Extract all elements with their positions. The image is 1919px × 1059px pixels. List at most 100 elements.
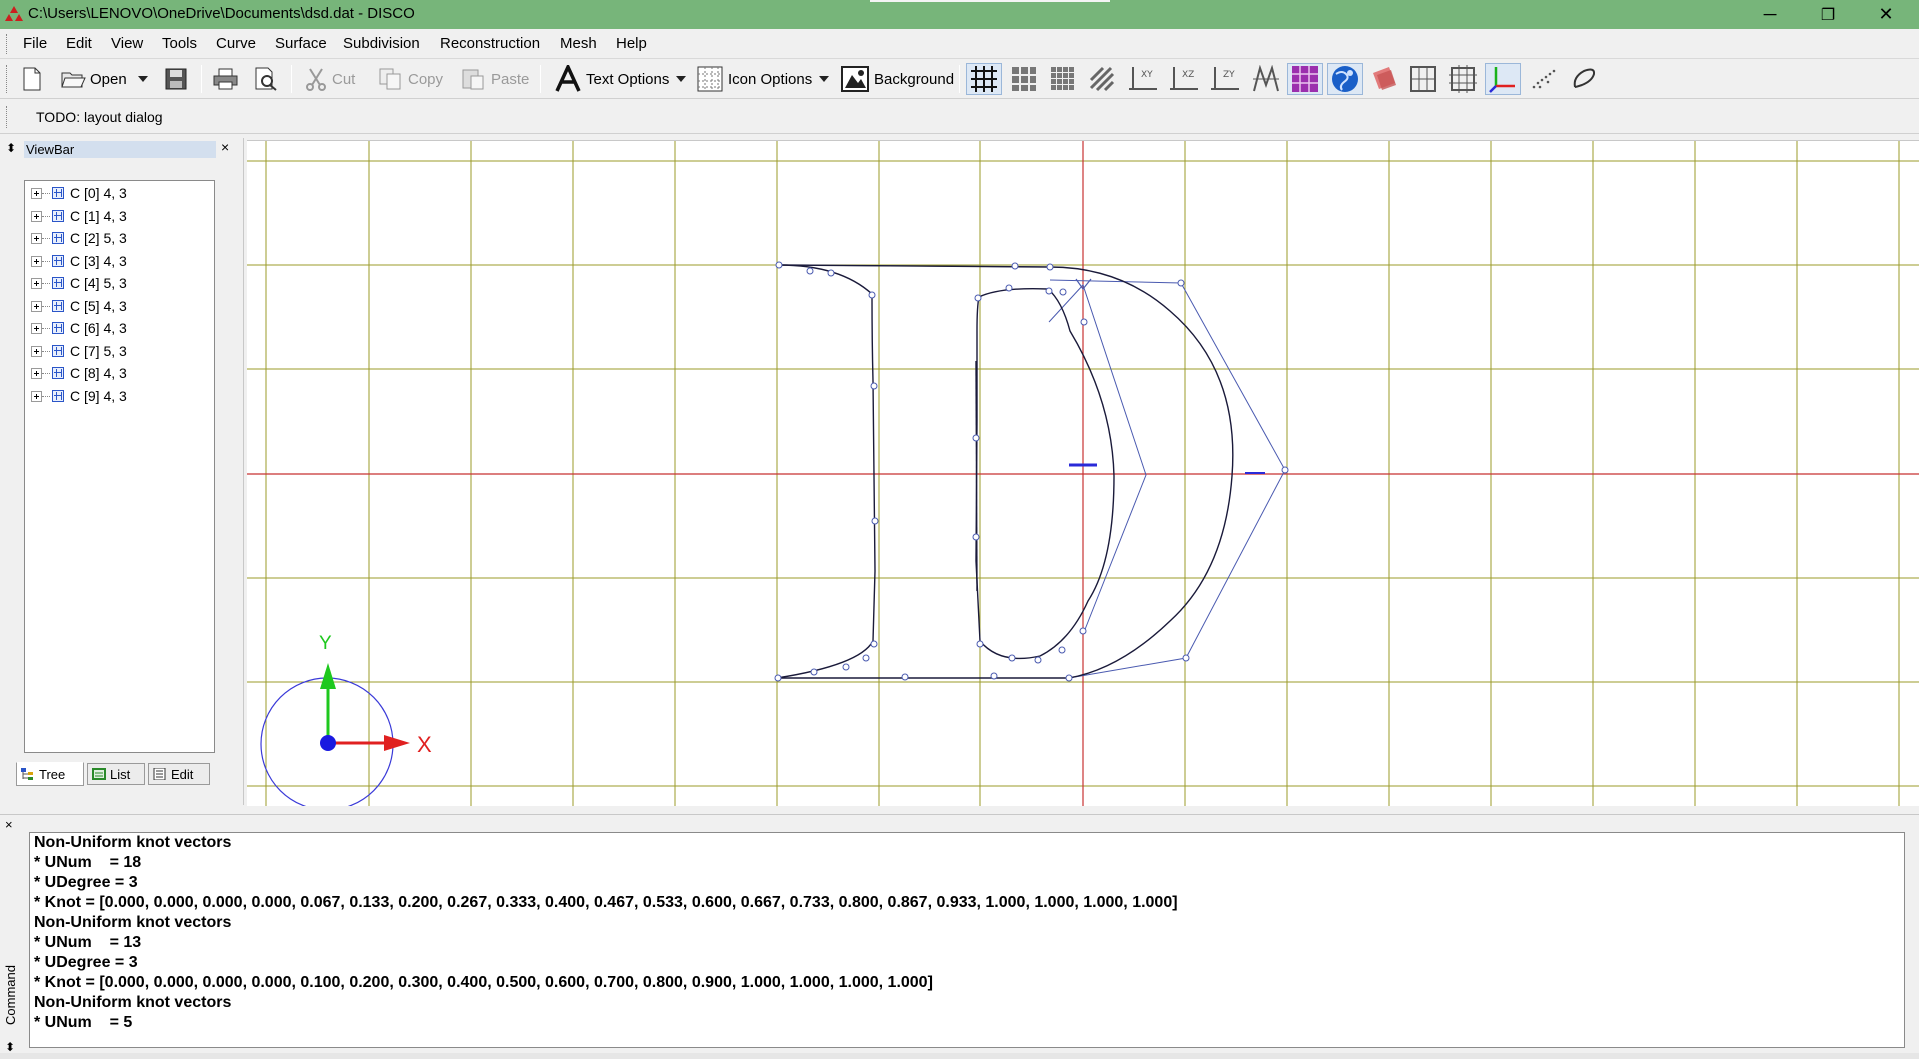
texture-button[interactable] [1367,63,1401,95]
icon-options-dropdown-icon[interactable] [816,74,832,84]
curve-profile-button[interactable] [1249,63,1283,95]
control-point[interactable] [1177,279,1185,287]
paste-button[interactable]: Paste [461,63,529,95]
menu-surface[interactable]: Surface [275,35,327,52]
expand-icon[interactable] [31,322,42,334]
control-point[interactable] [827,269,835,277]
menu-edit[interactable]: Edit [66,35,92,52]
tab-tree[interactable]: Tree [16,762,84,786]
expand-icon[interactable] [31,390,42,402]
expand-icon[interactable] [31,345,42,357]
icon-options-button[interactable]: Icon Options [696,63,832,95]
minimize-button[interactable]: ─ [1741,0,1799,29]
zy-plane-button[interactable]: ZY [1208,63,1242,95]
control-point[interactable] [1011,262,1019,270]
control-point[interactable] [806,267,814,275]
expand-icon[interactable] [31,187,42,199]
control-points-button[interactable] [1446,63,1480,95]
globe-render-toggle[interactable] [1327,63,1363,95]
control-point[interactable] [972,434,980,442]
control-point[interactable] [1034,656,1042,664]
axes-toggle[interactable] [1485,63,1521,95]
control-point[interactable] [972,533,980,541]
menu-curve[interactable]: Curve [216,35,256,52]
menu-mesh[interactable]: Mesh [560,35,597,52]
close-window-button[interactable]: ✕ [1857,0,1915,29]
control-point[interactable] [901,673,909,681]
tree-item[interactable]: C [2] 5, 3 [25,228,127,248]
control-point[interactable] [1182,654,1190,662]
menu-tools[interactable]: Tools [162,35,197,52]
text-options-button[interactable]: Text Options [554,63,689,95]
viewbar-close-button[interactable]: × [221,139,229,155]
open-dropdown-arrow-icon[interactable] [133,74,153,84]
control-point[interactable] [1080,318,1088,326]
control-point[interactable] [842,663,850,671]
control-point[interactable] [1008,654,1016,662]
lasso-button[interactable] [1567,63,1601,95]
control-point[interactable] [1281,466,1289,474]
cut-button[interactable]: Cut [304,63,355,95]
control-point[interactable] [775,261,783,269]
control-point[interactable] [870,640,878,648]
control-point[interactable] [1058,646,1066,654]
menubar-grip[interactable] [6,34,9,54]
command-pin-icon[interactable]: ⬍ [5,1040,15,1054]
open-button[interactable]: Open [60,63,153,95]
new-button[interactable] [20,63,44,95]
control-points[interactable] [774,261,1289,682]
menu-reconstruction[interactable]: Reconstruction [440,35,540,52]
control-point[interactable] [990,672,998,680]
tree-item[interactable]: C [9] 4, 3 [25,386,127,406]
tab-list[interactable]: List [87,763,145,785]
control-point[interactable] [1046,263,1054,271]
control-point[interactable] [774,674,782,682]
control-point[interactable] [868,291,876,299]
restore-button[interactable]: ❐ [1799,0,1857,29]
curve-tree[interactable]: C [0] 4, 3 C [1] 4, 3 C [2] 5, 3 C [3] 4… [24,180,215,753]
tree-item[interactable]: C [8] 4, 3 [25,363,127,383]
cage-button[interactable] [1406,63,1440,95]
control-point[interactable] [871,517,879,525]
expand-icon[interactable] [31,277,42,289]
control-point[interactable] [976,640,984,648]
control-point[interactable] [1059,288,1067,296]
expand-icon[interactable] [31,255,42,267]
tree-item[interactable]: C [1] 4, 3 [25,206,127,226]
3d-viewport[interactable]: Y X [247,140,1919,806]
tree-item[interactable]: C [7] 5, 3 [25,341,127,361]
expand-icon[interactable] [31,300,42,312]
expand-icon[interactable] [31,210,42,222]
menu-file[interactable]: File [23,35,47,52]
control-point[interactable] [1045,287,1053,295]
copy-button[interactable]: Copy [378,63,443,95]
control-point[interactable] [1005,284,1013,292]
viewbar-pin-icon[interactable]: ⬍ [6,141,16,155]
surface-shading-toggle[interactable] [1287,63,1323,95]
statusrow-grip[interactable] [6,106,9,128]
control-point[interactable] [810,668,818,676]
text-options-dropdown-icon[interactable] [673,74,689,84]
tree-item[interactable]: C [0] 4, 3 [25,183,127,203]
print-preview-button[interactable] [252,63,280,95]
menu-subdivision[interactable]: Subdivision [343,35,420,52]
menu-help[interactable]: Help [616,35,647,52]
tree-item[interactable]: C [4] 5, 3 [25,273,127,293]
tab-edit[interactable]: Edit [148,763,210,785]
grid-lines-toggle[interactable] [966,63,1002,95]
point-cloud-button[interactable] [1527,63,1561,95]
background-button[interactable]: Background [840,63,954,95]
xz-plane-button[interactable]: XZ [1167,63,1201,95]
hatch-button[interactable] [1086,63,1118,95]
menu-view[interactable]: View [111,35,143,52]
expand-icon[interactable] [31,232,42,244]
viewport-canvas[interactable]: Y X [247,141,1919,806]
command-close-button[interactable]: × [5,817,13,832]
command-output[interactable]: Non-Uniform knot vectors * UNum = 18 * U… [29,832,1905,1048]
tree-item[interactable]: C [5] 4, 3 [25,296,127,316]
tree-item[interactable]: C [6] 4, 3 [25,318,127,338]
control-point[interactable] [974,294,982,302]
control-point[interactable] [1079,627,1087,635]
grid-fine-button[interactable] [1047,63,1079,95]
control-point[interactable] [862,654,870,662]
